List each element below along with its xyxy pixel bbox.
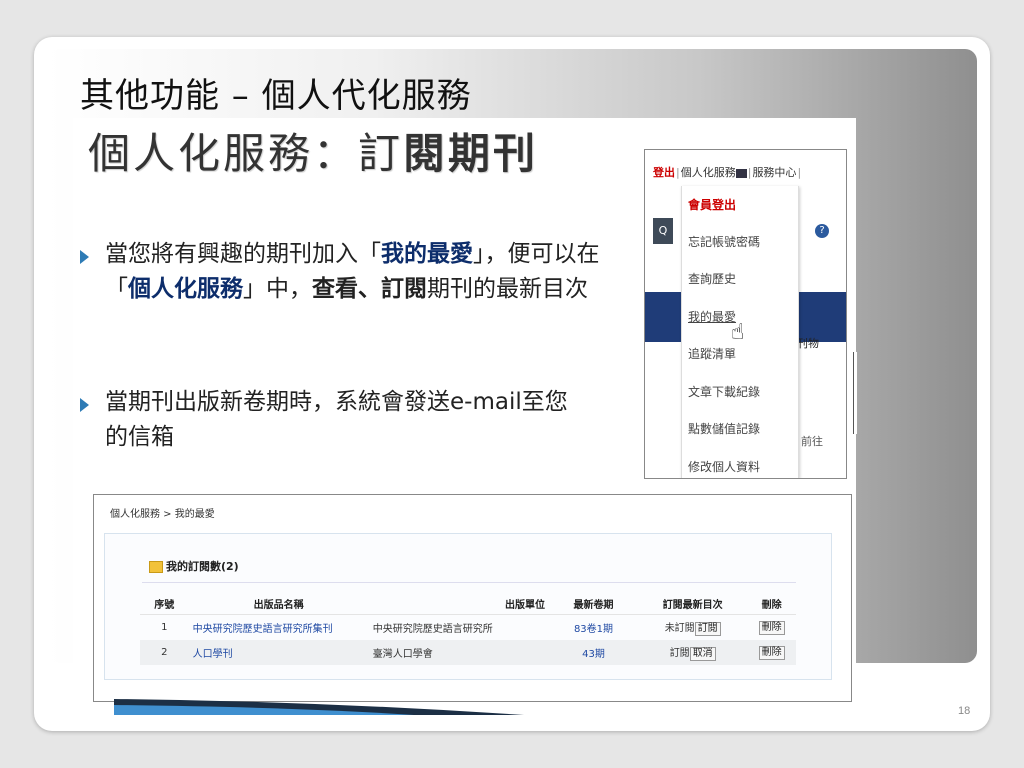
subscribe-status: 未訂閱 — [664, 623, 695, 634]
subscription-panel: 我的訂閱數(2) 序號 出版品名稱 出版單位 最新卷期 訂閱最新目次 刪除 1 … — [104, 533, 832, 680]
bullet-2-text: 當期刊出版新卷期時，系統會發送e-mail至您的信箱 — [105, 385, 585, 454]
menu-item-favorites[interactable]: 我的最愛 — [688, 308, 736, 325]
separator: | — [747, 166, 752, 179]
menu-screenshot: 登出|個人化服務 |服務中心| Q ? 刊物 前往 會員登出 忘記帳號密碼 查詢歷… — [644, 149, 847, 479]
column-header-subscribe: 訂閱最新目次 — [638, 593, 748, 615]
delete-cell: 刪除 — [747, 640, 796, 665]
decorative-swoosh — [114, 699, 524, 715]
bullet-1-highlight-personal-service: 個人化服務 — [128, 274, 243, 302]
slide-title: 其他功能 – 個人代化服務 — [80, 76, 472, 116]
delete-button[interactable]: 刪除 — [758, 645, 785, 660]
publication-name-link[interactable]: 人口學刊 — [188, 640, 369, 665]
subscribe-status: 訂閱 — [669, 648, 690, 659]
subscribe-cell: 未訂閱 訂閱 — [638, 615, 747, 641]
search-icon[interactable]: Q — [653, 218, 673, 244]
row-no: 2 — [140, 640, 189, 665]
subscribe-cell: 訂閱 取消 — [638, 640, 748, 665]
subscription-title: 我的訂閱數(2) — [149, 558, 239, 574]
menu-topbar: 登出|個人化服務 |服務中心| — [645, 164, 846, 184]
menu-item-query-history[interactable]: 查詢歷史 — [688, 270, 736, 287]
service-center-link[interactable]: 服務中心 — [752, 166, 796, 179]
page-number: 18 — [958, 705, 971, 717]
subscription-title-text: 我的訂閱數(2) — [166, 560, 239, 573]
table-header-row: 序號 出版品名稱 出版單位 最新卷期 訂閱最新目次 刪除 — [140, 593, 796, 615]
bullet-1-part: 」中， — [243, 275, 312, 302]
subscription-screenshot: 個人化服務 > 我的最愛 我的訂閱數(2) 序號 出版品名稱 出版單位 最新卷期… — [93, 494, 852, 702]
breadcrumb: 個人化服務 > 我的最愛 — [110, 509, 215, 520]
latest-issue-link[interactable]: 83卷1期 — [549, 615, 638, 641]
logout-link[interactable]: 登出 — [653, 166, 675, 179]
bullet-2-part: 當期刊出版新卷期時，系統會發送 — [105, 389, 450, 415]
bullet-1-highlight-favorites: 我的最愛 — [381, 240, 473, 267]
subscription-table: 序號 出版品名稱 出版單位 最新卷期 訂閱最新目次 刪除 1 中央研究院歷史語言… — [140, 593, 796, 665]
cancel-subscription-button[interactable]: 取消 — [689, 647, 716, 661]
menu-item-tracking-list[interactable]: 追蹤清單 — [688, 345, 736, 362]
screenshot-heading: 個人化服務：訂閱期刊 — [88, 120, 538, 181]
bullet-1-part: 當您將有興趣的期刊加入「 — [105, 241, 381, 267]
folder-icon — [149, 561, 163, 573]
column-header-issue: 最新卷期 — [548, 593, 639, 615]
heading-part-bold: 閱期刊 — [403, 129, 539, 178]
goto-link[interactable]: 前往 — [801, 433, 823, 449]
bullet-1-text: 當您將有興趣的期刊加入「我的最愛」，便可以在「個人化服務」中，查看、訂閱期刊的最… — [105, 237, 625, 306]
column-header-publisher: 出版單位 — [368, 593, 549, 615]
delete-button[interactable]: 刪除 — [758, 620, 785, 635]
menu-item-edit-profile[interactable]: 修改個人資料 — [688, 458, 760, 475]
delete-cell: 刪除 — [747, 615, 796, 641]
column-header-no: 序號 — [140, 593, 189, 615]
latest-issue-link[interactable]: 43期 — [548, 640, 639, 665]
bullet-arrow-icon — [80, 398, 89, 412]
help-icon[interactable]: ? — [815, 224, 829, 238]
publication-tab-text: 刊物 — [797, 337, 819, 350]
menu-item-download-records[interactable]: 文章下載紀錄 — [688, 383, 760, 400]
menu-item-logout[interactable]: 會員登出 — [688, 196, 736, 213]
publisher: 中央研究院歷史語言研究所 — [372, 624, 493, 635]
hand-cursor-icon: ☝ — [731, 320, 745, 345]
column-header-delete: 刪除 — [747, 593, 796, 615]
partial-window-edge — [853, 352, 857, 434]
publisher: 臺灣人口學會 — [368, 640, 549, 665]
row-no: 1 — [161, 622, 168, 633]
bullet-1: 當您將有興趣的期刊加入「我的最愛」，便可以在「個人化服務」中，查看、訂閱期刊的最… — [80, 237, 625, 306]
divider — [142, 582, 796, 583]
heading-part-normal: 個人化服務：訂 — [88, 129, 404, 178]
table-row: 2 人口學刊 臺灣人口學會 43期 訂閱 取消 刪除 — [140, 640, 796, 665]
personal-service-menu[interactable]: 個人化服務 — [681, 166, 736, 179]
bullet-arrow-icon — [80, 250, 89, 264]
bullet-2: 當期刊出版新卷期時，系統會發送e-mail至您的信箱 — [80, 385, 585, 454]
bullet-1-part: 期刊的最新目次 — [427, 275, 588, 302]
separator: | — [797, 166, 802, 179]
publication-name-link[interactable]: 中央研究院歷史語言研究所集刊 — [189, 615, 369, 641]
table-row: 1 中央研究院歷史語言研究所集刊 中央研究院歷史語言研究所 83卷1期 未訂閱訂… — [140, 615, 796, 641]
column-header-name: 出版品名稱 — [188, 593, 369, 615]
bullet-1-bold-view-subscribe: 查看、訂閱 — [312, 274, 427, 302]
menu-item-forgot-password[interactable]: 忘記帳號密碼 — [688, 233, 760, 250]
bullet-2-email: e-mail — [450, 389, 522, 415]
separator: | — [676, 166, 680, 179]
menu-item-points-records[interactable]: 點數儲值記錄 — [688, 420, 760, 437]
dropdown-arrow-icon[interactable] — [735, 168, 747, 178]
subscribe-button[interactable]: 訂閱 — [694, 622, 721, 636]
